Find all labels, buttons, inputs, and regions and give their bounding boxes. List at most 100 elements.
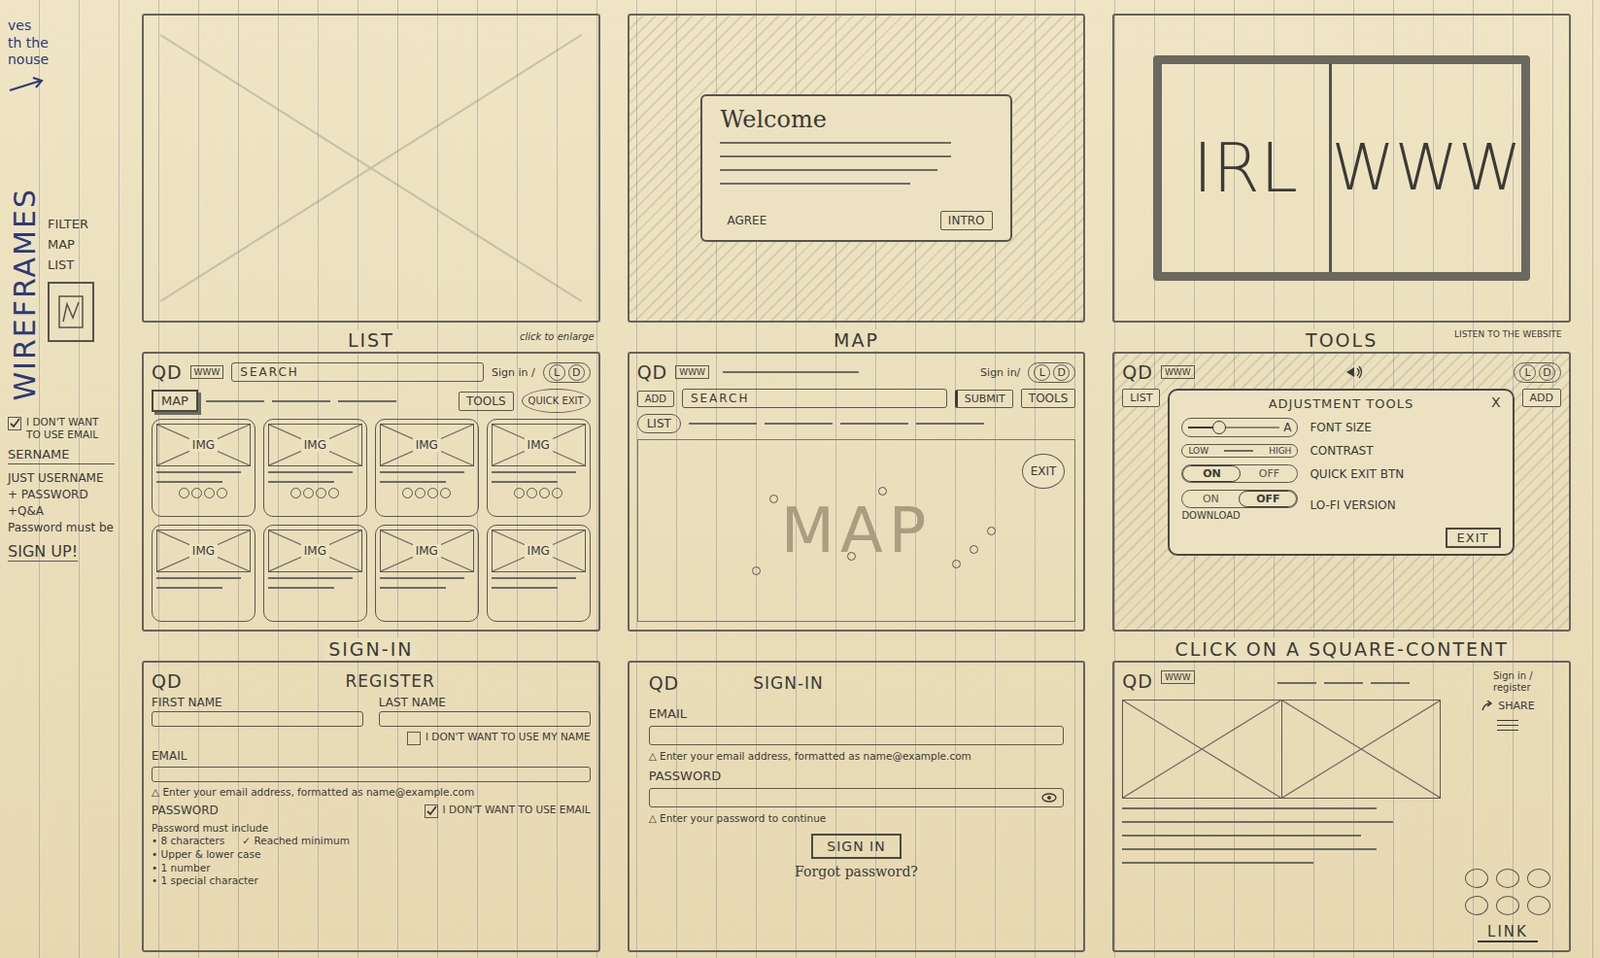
map-pin[interactable] (987, 526, 996, 536)
content-image[interactable] (1282, 700, 1440, 798)
mode-switch[interactable]: LD (1027, 362, 1076, 383)
toggle-option[interactable]: ON (1182, 465, 1241, 482)
share-option-icon[interactable] (1464, 895, 1489, 916)
card-image[interactable]: IMG (268, 423, 363, 467)
mode-switch[interactable]: LD (1513, 362, 1562, 383)
list-button[interactable]: LIST (637, 413, 681, 434)
tool-label: LO-FI VERSION (1309, 498, 1500, 512)
sign-in-button[interactable]: SIGN IN (811, 833, 901, 859)
signin-link[interactable]: Sign in/ (980, 366, 1021, 379)
logo[interactable]: QD (151, 670, 183, 692)
content-card[interactable]: IMG (263, 418, 368, 517)
add-button[interactable]: ADD (637, 390, 675, 408)
font-size-slider[interactable]: A (1181, 417, 1298, 438)
content-card[interactable]: IMG (374, 418, 479, 517)
map-area[interactable]: MAPEXIT (637, 439, 1077, 622)
list-button[interactable]: LIST (1122, 388, 1160, 408)
blank-screen (141, 13, 601, 323)
last-name-input[interactable] (378, 711, 591, 727)
share-button[interactable]: SHARE (1497, 699, 1534, 713)
mode-option[interactable]: L (548, 364, 566, 381)
logo[interactable]: QD (637, 361, 669, 383)
checkbox-label[interactable]: I DON'T WANT TO USE MY NAME (425, 730, 591, 744)
card-image[interactable]: IMG (379, 529, 475, 573)
email-input[interactable] (151, 766, 591, 783)
exit-button[interactable]: EXIT (1445, 527, 1501, 548)
download-link[interactable]: DOWNLOAD (1181, 510, 1298, 521)
splash-right[interactable]: WWW (1331, 64, 1523, 273)
tools-button[interactable]: TOOLS (1021, 388, 1077, 409)
mode-option[interactable]: D (1538, 364, 1556, 381)
content-card[interactable]: IMG (263, 524, 368, 623)
signin-link[interactable]: Sign in / register (1493, 670, 1562, 694)
signin-link[interactable]: Sign in / (491, 366, 536, 379)
submit-button[interactable]: SUBMIT (954, 389, 1014, 409)
logo[interactable]: QD (1122, 361, 1154, 383)
share-option-icon[interactable] (1527, 895, 1551, 916)
checkbox-label[interactable]: I DON'T WANT TO USE EMAIL (442, 803, 591, 817)
content-card[interactable]: IMG (151, 524, 256, 623)
checkbox[interactable] (424, 804, 439, 818)
card-image[interactable]: IMG (491, 529, 586, 573)
mode-option[interactable]: D (1053, 364, 1070, 381)
welcome-button[interactable]: INTRO (940, 210, 993, 231)
toggle-option[interactable]: ON (1182, 491, 1239, 507)
map-pin[interactable] (969, 544, 979, 554)
contrast-range[interactable]: LOWHIGH (1181, 443, 1298, 458)
www-button[interactable]: WWW (1160, 365, 1195, 379)
search-field[interactable]: SEARCH (681, 388, 948, 409)
map-pin[interactable] (952, 559, 961, 569)
card-image[interactable]: IMG (268, 529, 363, 573)
slider-knob[interactable] (1212, 420, 1226, 435)
add-button[interactable]: ADD (1522, 388, 1562, 408)
mode-switch[interactable]: LD (543, 362, 591, 383)
quick-exit-button[interactable]: QUICK EXIT (521, 388, 591, 413)
share-option-icon[interactable] (1496, 895, 1520, 916)
content-image[interactable] (1123, 700, 1282, 798)
link-button[interactable]: LINK (1477, 922, 1538, 943)
tool-row: ONOFFQUICK EXIT BTN (1181, 464, 1500, 483)
share-option-icon[interactable] (1496, 868, 1520, 888)
share-option-icon[interactable] (1527, 868, 1551, 888)
logo[interactable]: QD (1122, 670, 1154, 692)
www-button[interactable]: WWW (190, 365, 225, 379)
checkbox-label[interactable]: I DON'T WANT TO USE EMAIL (26, 415, 115, 442)
search-field[interactable]: SEARCH (231, 362, 484, 382)
email-input[interactable] (648, 725, 1065, 746)
card-image[interactable]: IMG (379, 423, 475, 467)
menu-icon[interactable] (1497, 719, 1519, 731)
tools-button[interactable]: TOOLS (458, 391, 514, 411)
splash-left[interactable]: IRL (1161, 64, 1332, 273)
password-input[interactable] (648, 787, 1065, 808)
map-pin[interactable] (769, 494, 779, 504)
content-card[interactable]: IMG (486, 524, 591, 623)
checkbox[interactable] (7, 416, 22, 431)
exit-button[interactable]: EXIT (1021, 453, 1066, 489)
card-image[interactable]: IMG (156, 423, 251, 467)
slider-track[interactable] (1188, 426, 1280, 429)
welcome-button[interactable]: AGREE (719, 211, 774, 230)
map-pin[interactable] (751, 566, 761, 576)
card-image[interactable]: IMG (491, 423, 586, 467)
toggle[interactable]: ONOFF (1181, 464, 1298, 483)
toggle-option[interactable]: OFF (1238, 490, 1297, 508)
toggle-option[interactable]: OFF (1240, 466, 1297, 481)
map-button[interactable]: MAP (151, 389, 199, 412)
content-card[interactable]: IMG (151, 418, 256, 517)
mode-option[interactable]: L (1033, 364, 1051, 381)
mode-option[interactable]: D (568, 364, 585, 381)
www-button[interactable]: WWW (675, 365, 710, 379)
content-card[interactable]: IMG (374, 524, 479, 623)
mode-option[interactable]: L (1519, 364, 1536, 381)
checkbox[interactable] (407, 731, 421, 746)
first-name-input[interactable] (151, 711, 364, 727)
www-button[interactable]: WWW (1160, 670, 1195, 684)
share-option-icon[interactable] (1464, 868, 1489, 888)
forgot-password-link[interactable]: Forgot password? (794, 863, 919, 880)
content-card[interactable]: IMG (486, 418, 591, 517)
logo[interactable]: QD (151, 361, 183, 383)
close-button[interactable]: X (1491, 394, 1501, 410)
toggle[interactable]: ONOFF (1181, 489, 1298, 509)
card-image[interactable]: IMG (156, 529, 251, 573)
logo[interactable]: QD (648, 672, 681, 694)
